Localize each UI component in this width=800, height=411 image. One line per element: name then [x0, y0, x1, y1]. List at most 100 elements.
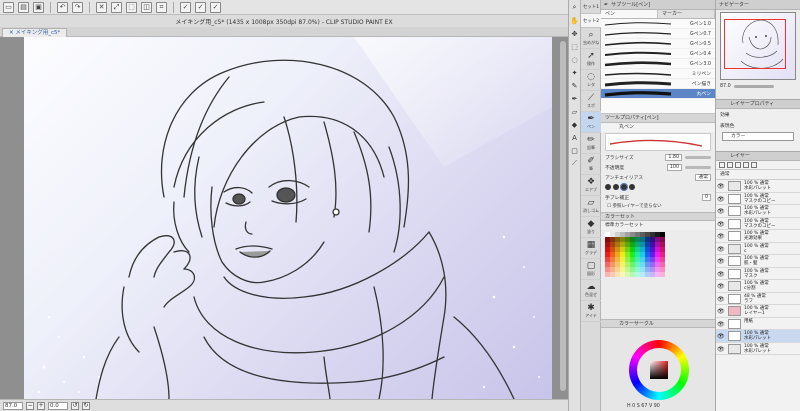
- visibility-eye-icon[interactable]: 👁: [717, 283, 725, 290]
- artwork-canvas[interactable]: [24, 37, 552, 399]
- ref-layer-checkbox[interactable]: ☐ 参照レイヤーで塗らない: [601, 202, 715, 212]
- layer-row[interactable]: 👁 100 % 通常 水彩パレット: [716, 330, 800, 343]
- layer-row[interactable]: 👁 用紙: [716, 318, 800, 330]
- aa-level-dot[interactable]: [613, 184, 619, 190]
- brush-item[interactable]: Gペン1.0: [601, 19, 715, 29]
- deselect-icon[interactable]: ⬚: [126, 1, 137, 13]
- tool-tab-airbrush[interactable]: ❖ エアブ: [581, 175, 601, 196]
- move-icon[interactable]: ✥: [569, 28, 580, 39]
- vertical-scrollbar[interactable]: [560, 41, 566, 391]
- visibility-eye-icon[interactable]: 👁: [717, 183, 725, 190]
- layer-row[interactable]: 👁 100 % 通常 c分割: [716, 280, 800, 293]
- layer-row[interactable]: 👁 100 % 通常 c: [716, 243, 800, 255]
- save-icon[interactable]: ▣: [33, 1, 44, 13]
- aa-level-dot[interactable]: [620, 183, 628, 191]
- visibility-eye-icon[interactable]: 👁: [717, 196, 725, 203]
- layer-row[interactable]: 👁 48 % 通常 ラフ: [716, 293, 800, 305]
- visibility-eye-icon[interactable]: 👁: [717, 208, 725, 215]
- crop-icon[interactable]: ⌗: [156, 1, 167, 13]
- tool-set-tab[interactable]: セット2: [581, 14, 601, 28]
- hand-icon[interactable]: ✋: [569, 15, 580, 26]
- tool-tab-lasso[interactable]: ◌ レタ: [581, 70, 601, 91]
- layer-row[interactable]: 👁 100 % 通常 肌・髪: [716, 255, 800, 268]
- delete-icon[interactable]: [751, 162, 757, 168]
- fill-icon[interactable]: ◆: [569, 119, 580, 130]
- brush-item[interactable]: Gペン0.7: [601, 29, 715, 39]
- opacity-slider[interactable]: [685, 165, 711, 169]
- undo-icon[interactable]: ↶: [57, 1, 68, 13]
- invert-icon[interactable]: ◫: [141, 1, 152, 13]
- eyedropper-icon[interactable]: ✎: [569, 80, 580, 91]
- brush-item-selected[interactable]: 丸ペン: [601, 89, 715, 99]
- canvas-area[interactable]: [0, 37, 568, 399]
- saturation-value-square[interactable]: [650, 361, 668, 379]
- subtool-tab-pen[interactable]: ペン: [601, 10, 658, 18]
- new-folder-icon[interactable]: [727, 162, 733, 168]
- visibility-eye-icon[interactable]: 👁: [717, 346, 725, 353]
- brush-size-value[interactable]: 1.80: [665, 153, 682, 161]
- layer-row[interactable]: 👁 100 % 通常 マスクのコピー: [716, 193, 800, 205]
- brush-item[interactable]: ペン描き: [601, 79, 715, 89]
- color-set-name[interactable]: 標準カラーセット: [601, 221, 715, 230]
- tool-tab-eyedropper[interactable]: ⟋ スポ: [581, 91, 601, 112]
- opacity-value[interactable]: 100: [666, 163, 682, 171]
- document-tab[interactable]: ✕ メイキング用_c5*: [2, 28, 68, 37]
- navigator-viewport-frame[interactable]: [724, 19, 786, 69]
- lasso-icon[interactable]: ◌: [569, 54, 580, 65]
- redo-icon[interactable]: ↷: [72, 1, 83, 13]
- tool-tab-fill[interactable]: ◆ 塗り: [581, 217, 601, 238]
- transform-icon[interactable]: ⤢: [111, 1, 122, 13]
- layer-row[interactable]: 👁 100 % 通常 光源効果: [716, 230, 800, 243]
- new-layer-icon[interactable]: [719, 162, 725, 168]
- tool-tab-item[interactable]: ✱ アイテ: [581, 301, 601, 322]
- brush-item[interactable]: Gペン0.4: [601, 49, 715, 59]
- visibility-eye-icon[interactable]: 👁: [717, 246, 725, 253]
- tool-tab-brush[interactable]: ✐ 筆: [581, 154, 601, 175]
- navigator-zoom-value[interactable]: 87.0: [720, 84, 731, 89]
- tool-tab-pencil[interactable]: ✏ 鉛筆: [581, 133, 601, 154]
- layer-row[interactable]: 👁 100 % 通常 レイヤー1: [716, 305, 800, 318]
- aa-level-dot[interactable]: [605, 184, 611, 190]
- brush-item[interactable]: Gペン0.5: [601, 39, 715, 49]
- select-icon[interactable]: ⬚: [569, 41, 580, 52]
- tool-tab-zoom[interactable]: ⌕ 虫めがね: [581, 28, 601, 49]
- navigator-thumbnail[interactable]: [720, 12, 796, 80]
- layer-row[interactable]: 👁 100 % 通常 マスクのコピー: [716, 218, 800, 230]
- layer-row[interactable]: 👁 100 % 通常 マスク: [716, 268, 800, 280]
- visibility-eye-icon[interactable]: 👁: [717, 321, 725, 328]
- layer-row[interactable]: 👁 100 % 通常 水彩パレット: [716, 205, 800, 218]
- new-icon[interactable]: ▭: [3, 1, 14, 13]
- blend-mode-select[interactable]: 通常: [716, 170, 800, 180]
- visibility-eye-icon[interactable]: 👁: [717, 258, 725, 265]
- tool-tab-operation[interactable]: ➚ 操作: [581, 49, 601, 70]
- wand-icon[interactable]: ✦: [569, 67, 580, 78]
- visibility-eye-icon[interactable]: 👁: [717, 333, 725, 340]
- open-icon[interactable]: ▤: [18, 1, 29, 13]
- tool-tab-pen[interactable]: ✒ ペン: [581, 112, 601, 133]
- zoom-out-icon[interactable]: −: [26, 401, 34, 410]
- ruler-icon[interactable]: ⟋: [569, 158, 580, 169]
- visibility-eye-icon[interactable]: 👁: [717, 233, 725, 240]
- zoom-icon[interactable]: ⌕: [569, 2, 580, 13]
- check-icon[interactable]: ✓: [180, 1, 191, 13]
- layer-row[interactable]: 👁 100 % 通常 水彩パレット: [716, 180, 800, 193]
- aa-level-selector[interactable]: [605, 183, 635, 191]
- brush-size-slider[interactable]: [685, 155, 711, 159]
- brush-item[interactable]: ミリペン: [601, 69, 715, 79]
- check-icon[interactable]: ✓: [195, 1, 206, 13]
- shape-icon[interactable]: ▢: [569, 145, 580, 156]
- lock-icon[interactable]: [743, 162, 749, 168]
- zoom-in-icon[interactable]: +: [37, 401, 45, 410]
- zoom-field[interactable]: 87.0: [3, 401, 23, 410]
- visibility-eye-icon[interactable]: 👁: [717, 296, 725, 303]
- visibility-eye-icon[interactable]: 👁: [717, 221, 725, 228]
- color-swatch-grid[interactable]: [605, 232, 665, 280]
- clear-icon[interactable]: ✕: [96, 1, 107, 13]
- text-icon[interactable]: A: [569, 132, 580, 143]
- brush-item[interactable]: Gペン3.0: [601, 59, 715, 69]
- visibility-eye-icon[interactable]: 👁: [717, 271, 725, 278]
- eraser-icon[interactable]: ▱: [569, 106, 580, 117]
- subtool-tab-marker[interactable]: マーカー: [658, 10, 715, 18]
- navigator-zoom-slider[interactable]: [733, 85, 774, 88]
- color-swatch[interactable]: [660, 272, 665, 277]
